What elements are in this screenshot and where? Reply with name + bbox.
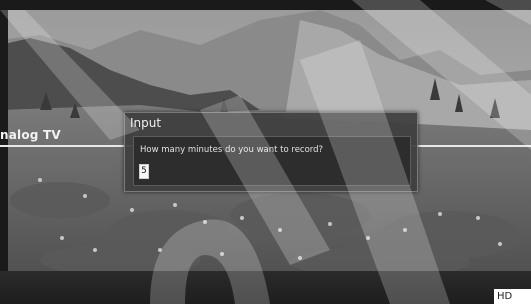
screen-top-border	[0, 0, 531, 10]
input-dialog: Input How many minutes do you want to re…	[124, 112, 418, 192]
hd-badge: HD	[494, 289, 531, 304]
minutes-input-field[interactable]: 5	[139, 164, 149, 179]
dialog-title: Input	[130, 116, 162, 130]
dialog-body: How many minutes do you want to record? …	[133, 136, 411, 186]
screen-left-border	[0, 0, 8, 304]
record-minutes-prompt: How many minutes do you want to record?	[140, 145, 324, 155]
tv-screen: nalog TV HD Input How many minutes do yo…	[0, 0, 531, 304]
channel-name-label: nalog TV	[0, 128, 61, 142]
bottom-info-bar	[0, 271, 531, 304]
